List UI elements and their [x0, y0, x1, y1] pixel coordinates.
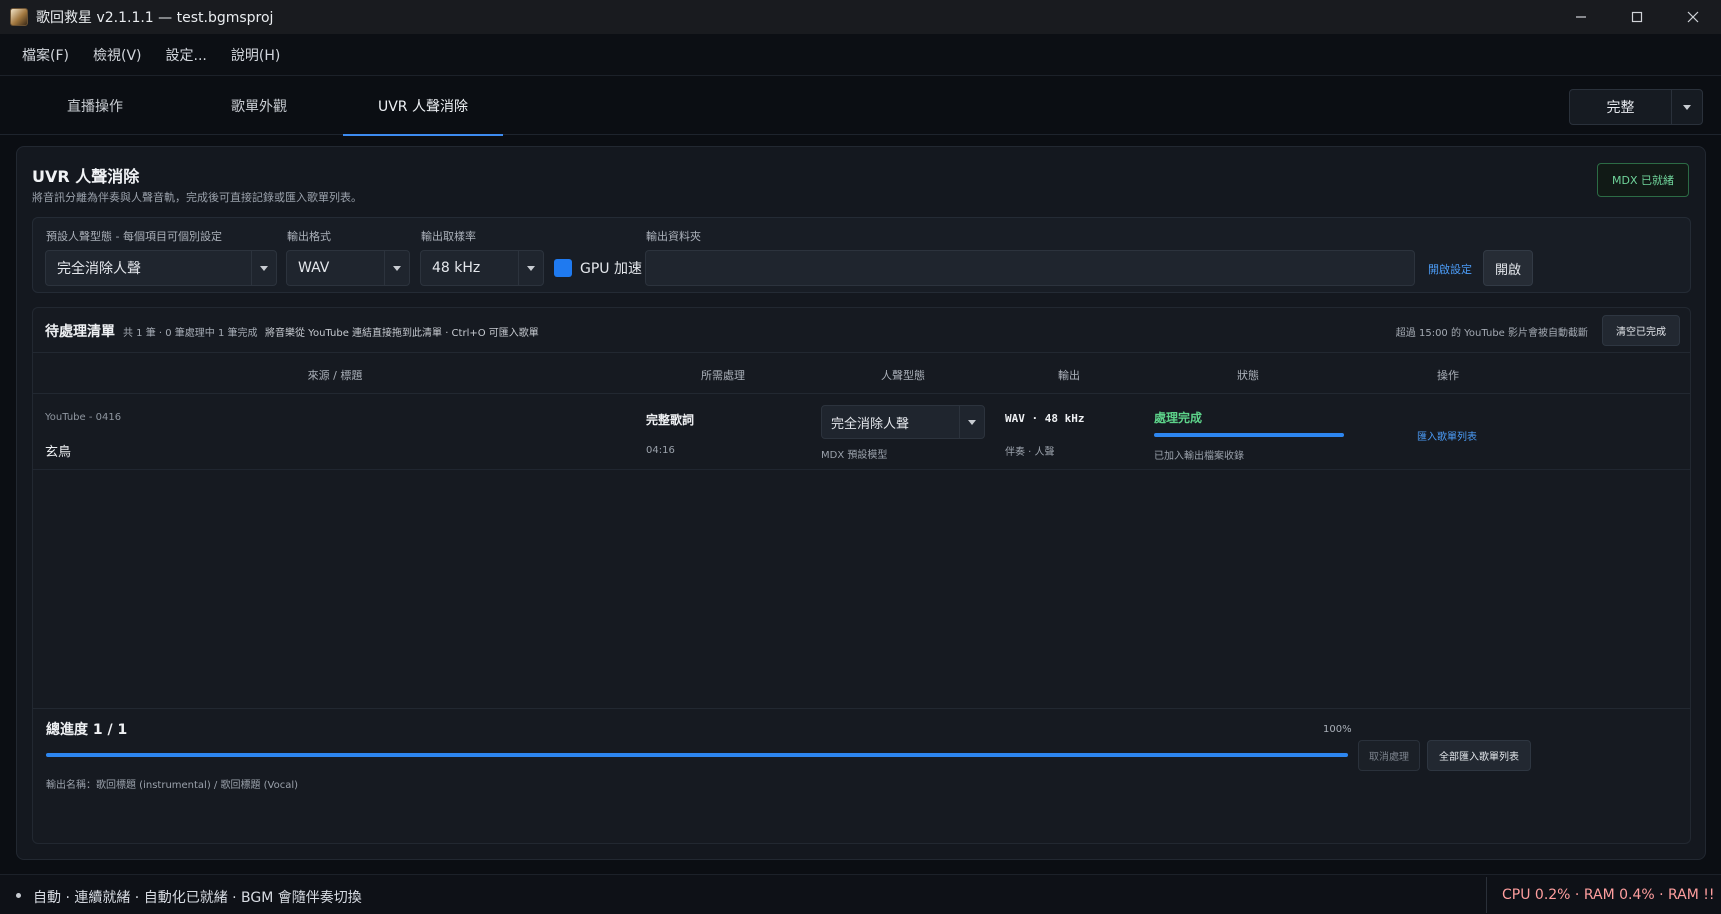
row-source: YouTube - 0416	[45, 412, 122, 423]
total-progress-label: 總進度 1 / 1	[46, 722, 128, 738]
window-title: 歌回救星 v2.1.1.1 — test.bgmsproj	[36, 10, 274, 26]
gpu-toggle[interactable]: GPU 加速	[554, 258, 642, 278]
queue-hint: 將音樂從 YouTube 連結直接拖到此清單 · Ctrl+O 可匯入歌單	[265, 328, 539, 339]
chevron-down-icon	[519, 251, 543, 285]
open-folder-button[interactable]: 開啟	[1483, 250, 1533, 286]
minimize-button[interactable]	[1553, 0, 1609, 34]
table-header: 來源 / 標題 所需處理 人聲型態 輸出 狀態 操作	[33, 353, 1690, 394]
column-actions: 操作	[1437, 369, 1459, 382]
folder-label: 輸出資料夾	[646, 230, 701, 243]
close-icon	[1687, 11, 1699, 23]
chevron-down-icon	[1672, 90, 1702, 124]
chevron-down-icon	[252, 251, 276, 285]
status-bar: 自動 · 連續就緒 · 自動化已就緒 · BGM 會隨伴奏切換 CPU 0.2%…	[0, 874, 1721, 914]
row-status: 處理完成	[1154, 411, 1203, 425]
tab-live-control[interactable]: 直播操作	[32, 77, 158, 135]
menu-help[interactable]: 說明(H)	[221, 41, 290, 69]
queue-warning: 超過 15:00 的 YouTube 影片會被自動截斷	[1395, 328, 1588, 339]
menu-settings[interactable]: 設定...	[156, 41, 217, 69]
column-status: 狀態	[1237, 369, 1259, 382]
row-progress-fill	[1154, 433, 1344, 437]
maximize-button[interactable]	[1609, 0, 1665, 34]
format-dropdown-value: WAV	[287, 251, 385, 285]
table-row: YouTube - 0416 玄鳥 完整歌詞 04:16 完全消除人聲 MDX …	[33, 395, 1690, 470]
row-vocal-mode-dropdown[interactable]: 完全消除人聲	[821, 405, 985, 439]
gpu-checkbox[interactable]	[554, 259, 572, 277]
tab-uvr-vocal-removal[interactable]: UVR 人聲消除	[343, 77, 503, 136]
tab-songlist-appearance[interactable]: 歌單外觀	[196, 77, 322, 135]
column-output: 輸出	[1058, 369, 1080, 382]
column-source: 來源 / 標題	[307, 369, 363, 382]
menu-file[interactable]: 檔案(F)	[12, 41, 79, 69]
rate-dropdown-value: 48 kHz	[421, 251, 519, 285]
row-tracks: 伴奏 · 人聲	[1005, 447, 1055, 458]
app-icon	[10, 8, 28, 26]
row-vocal-mode-value: 完全消除人聲	[822, 406, 960, 438]
preset-dropdown-value: 完全消除人聲	[46, 251, 252, 285]
queue-stats: 共 1 筆 · 0 筆處理中 1 筆完成	[123, 328, 258, 339]
preset-label: 預設人聲型態 - 每個項目可個別設定	[46, 230, 222, 243]
open-settings-link[interactable]: 開啟設定	[1428, 261, 1472, 277]
total-progress-section: 總進度 1 / 1 100% 取消處理 全部匯入歌單列表 輸出名稱：歌回標題 (…	[33, 708, 1690, 843]
total-progress-fill	[46, 753, 1348, 757]
rate-dropdown[interactable]: 48 kHz	[420, 250, 544, 286]
total-progress-percent: 100%	[1323, 724, 1352, 735]
format-dropdown[interactable]: WAV	[286, 250, 410, 286]
status-divider	[1486, 877, 1487, 913]
total-progress-bar	[46, 753, 1348, 757]
gpu-label: GPU 加速	[580, 261, 642, 277]
title-bar: 歌回救星 v2.1.1.1 — test.bgmsproj	[0, 0, 1721, 34]
mode-dropdown-value: 完整	[1570, 90, 1672, 124]
page-subtitle: 將音訊分離為伴奏與人聲音軌，完成後可直接記錄或匯入歌單列表。	[32, 191, 362, 204]
clear-completed-button[interactable]: 清空已完成	[1602, 315, 1680, 346]
model-status-badge: MDX 已就緒	[1597, 163, 1689, 197]
uvr-panel: UVR 人聲消除 將音訊分離為伴奏與人聲音軌，完成後可直接記錄或匯入歌單列表。 …	[16, 146, 1706, 860]
output-folder-input[interactable]	[645, 250, 1415, 286]
row-import-link[interactable]: 匯入歌單列表	[1417, 428, 1477, 443]
column-processing: 所需處理	[701, 369, 745, 382]
chevron-down-icon	[960, 406, 984, 438]
status-dot-icon	[16, 893, 21, 898]
page-title: UVR 人聲消除	[32, 167, 140, 186]
menu-bar: 檔案(F) 檢視(V) 設定... 說明(H)	[0, 34, 1721, 76]
row-note: 已加入輸出檔案收錄	[1154, 451, 1244, 462]
row-model: MDX 預設模型	[821, 450, 888, 461]
column-vocal-mode: 人聲型態	[881, 369, 925, 382]
import-all-button[interactable]: 全部匯入歌單列表	[1427, 740, 1531, 771]
mode-dropdown[interactable]: 完整	[1569, 89, 1703, 125]
output-names: 輸出名稱：歌回標題 (instrumental) / 歌回標題 (Vocal)	[46, 780, 299, 791]
minimize-icon	[1576, 16, 1586, 18]
menu-view[interactable]: 檢視(V)	[83, 41, 152, 69]
row-processing: 完整歌詞	[646, 413, 695, 427]
maximize-icon	[1631, 11, 1643, 23]
status-text: 自動 · 連續就緒 · 自動化已就緒 · BGM 會隨伴奏切換	[33, 890, 362, 906]
row-progress-bar	[1154, 433, 1344, 437]
resource-usage: CPU 0.2% · RAM 0.4% · RAM !!	[1502, 887, 1715, 903]
queue-panel: 待處理清單 共 1 筆 · 0 筆處理中 1 筆完成 將音樂從 YouTube …	[32, 307, 1691, 844]
window-controls	[1553, 0, 1721, 34]
preset-dropdown[interactable]: 完全消除人聲	[45, 250, 277, 286]
cancel-processing-button[interactable]: 取消處理	[1358, 740, 1420, 771]
row-title: 玄鳥	[45, 445, 72, 460]
queue-header: 待處理清單 共 1 筆 · 0 筆處理中 1 筆完成 將音樂從 YouTube …	[33, 308, 1690, 353]
chevron-down-icon	[385, 251, 409, 285]
row-output: WAV · 48 kHz	[1005, 412, 1085, 425]
rate-label: 輸出取樣率	[421, 230, 476, 243]
close-button[interactable]	[1665, 0, 1721, 34]
tab-bar: 直播操作 歌單外觀 UVR 人聲消除 完整	[0, 77, 1721, 136]
row-duration: 04:16	[646, 445, 675, 456]
queue-title: 待處理清單	[45, 324, 115, 340]
format-label: 輸出格式	[287, 230, 331, 243]
settings-row: 預設人聲型態 - 每個項目可個別設定 完全消除人聲 輸出格式 WAV 輸出取樣率…	[32, 217, 1691, 293]
